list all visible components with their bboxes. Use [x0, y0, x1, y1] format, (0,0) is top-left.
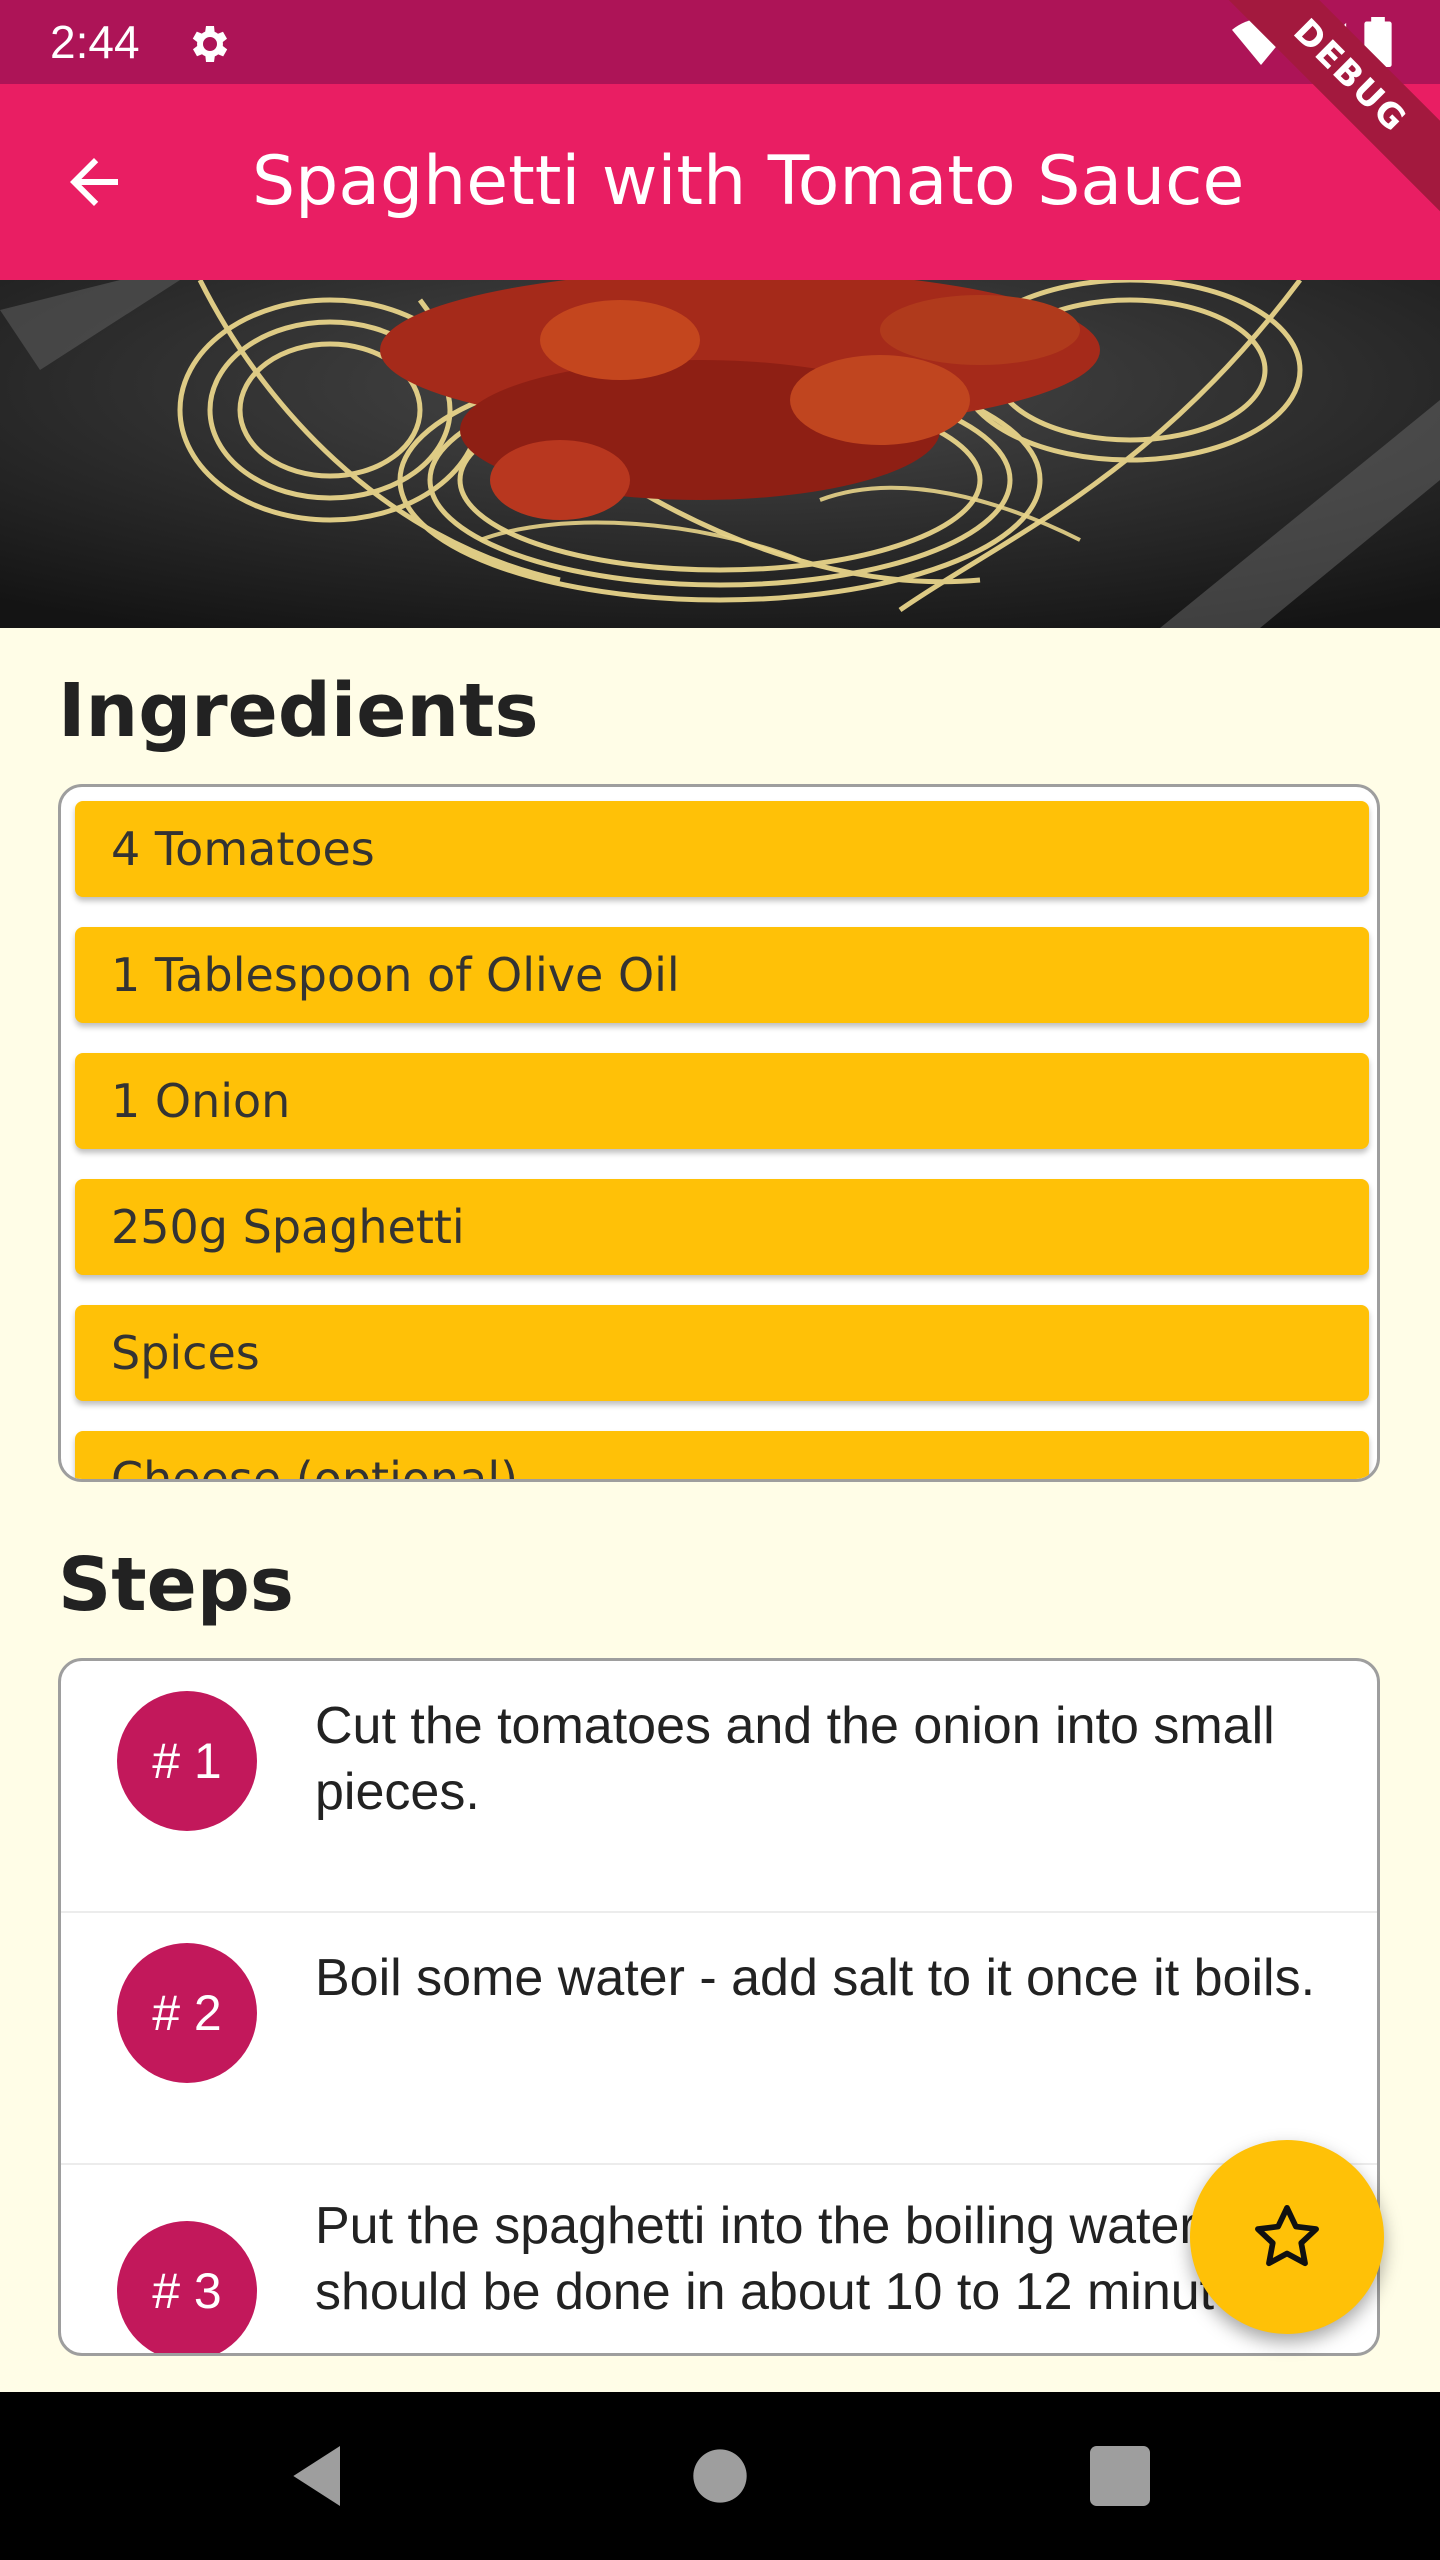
recents-square-icon[interactable] — [1080, 2436, 1160, 2516]
step-text: Boil some water - add salt to it once it… — [315, 1949, 1316, 2007]
star-outline-icon — [1255, 2205, 1319, 2267]
app-bar: Spaghetti with Tomato Sauce — [0, 84, 1440, 280]
step-text: Cut the tomatoes and the onion into smal… — [315, 1697, 1275, 1821]
system-nav-bar — [0, 2392, 1440, 2560]
arrow-back-icon[interactable] — [58, 146, 130, 218]
ingredient-item: 4 Tomatoes — [75, 801, 1369, 897]
ingredient-item: Cheese (optional) — [75, 1431, 1369, 1479]
step-row[interactable]: # 1 Cut the tomatoes and the onion into … — [61, 1661, 1377, 1913]
ingredients-heading: Ingredients — [58, 668, 539, 754]
status-time: 2:44 — [50, 16, 140, 68]
status-bar: 2:44 — [0, 0, 1440, 84]
step-number-badge: # 1 — [117, 1691, 257, 1831]
settings-gear-icon — [192, 26, 228, 62]
recipe-image — [0, 280, 1440, 628]
step-row[interactable]: # 2 Boil some water - add salt to it onc… — [61, 1913, 1377, 2165]
ingredient-item: Spices — [75, 1305, 1369, 1401]
ingredient-item: 1 Onion — [75, 1053, 1369, 1149]
back-triangle-icon[interactable] — [280, 2436, 360, 2516]
spaghetti-photo — [0, 280, 1440, 628]
step-number-badge: # 3 — [117, 2221, 257, 2353]
steps-list[interactable]: # 1 Cut the tomatoes and the onion into … — [58, 1658, 1380, 2356]
ingredient-item: 1 Tablespoon of Olive Oil — [75, 927, 1369, 1023]
step-row[interactable]: # 3 Put the spaghetti into the boiling w… — [61, 2165, 1377, 2353]
ingredients-list[interactable]: 4 Tomatoes 1 Tablespoon of Olive Oil 1 O… — [58, 784, 1380, 1482]
home-circle-icon[interactable] — [680, 2436, 760, 2516]
steps-heading: Steps — [58, 1542, 294, 1628]
ingredient-item: 250g Spaghetti — [75, 1179, 1369, 1275]
step-number-badge: # 2 — [117, 1943, 257, 2083]
page-title: Spaghetti with Tomato Sauce — [252, 142, 1245, 221]
favorite-fab-button[interactable] — [1190, 2140, 1384, 2334]
